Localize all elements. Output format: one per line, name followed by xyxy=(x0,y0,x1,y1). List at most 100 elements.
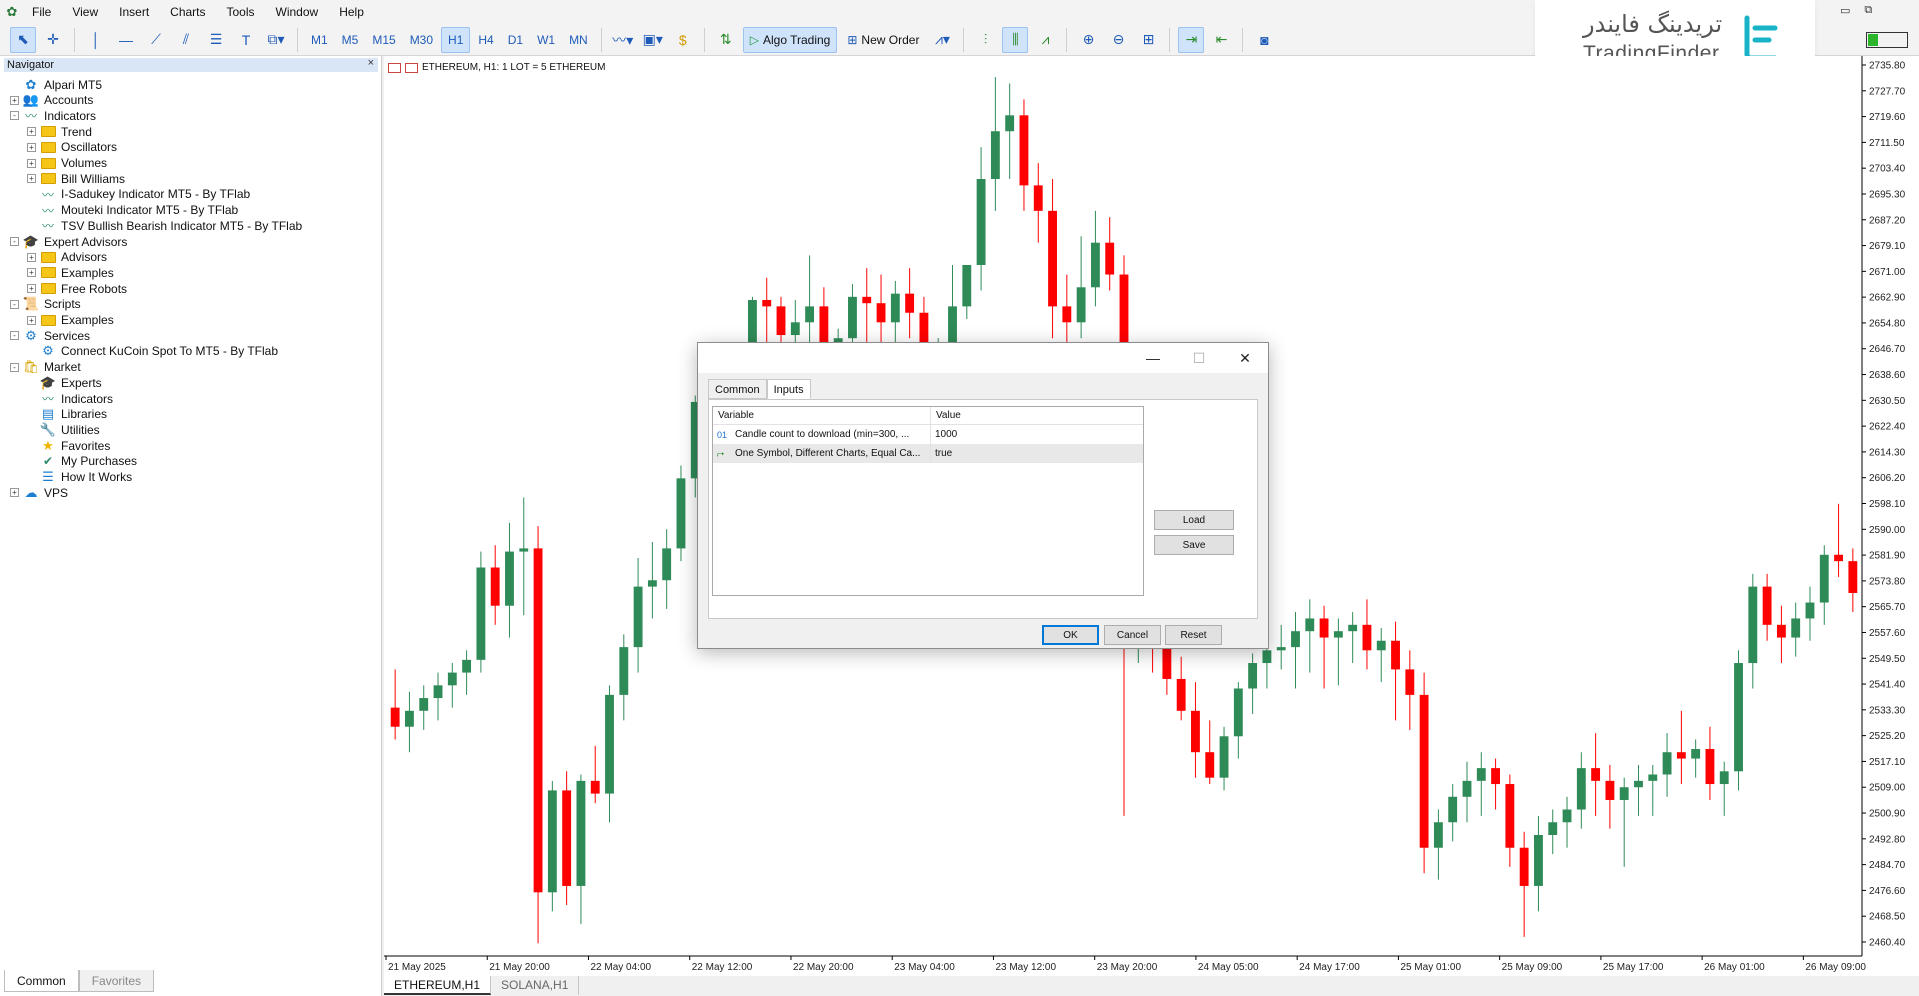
bull-candle xyxy=(1219,736,1229,778)
tree-item-label: Mouteki Indicator MT5 - By TFlab xyxy=(61,203,239,218)
folder-shape xyxy=(40,173,56,185)
expand-icon[interactable]: + xyxy=(27,284,36,294)
indicator-icon: 〰 xyxy=(41,392,54,406)
tab-common[interactable]: Common xyxy=(708,379,767,399)
timeframe-h4[interactable]: H4 xyxy=(472,27,499,53)
minimize-icon[interactable]: ▭ xyxy=(1840,4,1850,17)
variable-name: Candle count to download (min=300, ... xyxy=(735,429,910,440)
indicators-dropdown-icon[interactable]: 〰▾ xyxy=(610,27,636,53)
navigator-tab-common[interactable]: Common xyxy=(4,970,79,992)
column-variable[interactable]: Variable xyxy=(713,407,931,424)
menu-insert[interactable]: Insert xyxy=(111,0,162,24)
chart-tab-solana[interactable]: SOLANA,H1 xyxy=(491,976,580,995)
menu-charts[interactable]: Charts xyxy=(162,0,218,24)
expand-icon[interactable]: + xyxy=(10,95,19,105)
menu-help[interactable]: Help xyxy=(331,0,377,24)
tree-item-label: Expert Advisors xyxy=(44,234,128,249)
expand-icon[interactable]: + xyxy=(27,315,36,325)
tile-windows-icon[interactable]: ⊞ xyxy=(1135,27,1161,53)
variable-value[interactable]: 1000 xyxy=(931,429,957,440)
dialog-maximize-button[interactable]: ☐ xyxy=(1176,343,1222,373)
chart-shift-icon[interactable]: ⇤ xyxy=(1208,27,1234,53)
table-row[interactable]: ⮣ One Symbol, Different Charts, Equal Ca… xyxy=(713,444,1143,463)
expand-icon[interactable]: + xyxy=(27,158,36,168)
timeframe-d1[interactable]: D1 xyxy=(502,27,529,53)
cancel-button[interactable]: Cancel xyxy=(1104,625,1161,645)
algo-trading-button[interactable]: ▷ Algo Trading xyxy=(742,26,838,53)
screenshot-icon[interactable]: ◙ xyxy=(1251,27,1277,53)
navigator-close-icon[interactable]: × xyxy=(368,57,374,69)
templates-dropdown-icon[interactable]: ▣▾ xyxy=(640,27,666,53)
toolbar-separator xyxy=(963,27,965,52)
fibonacci-icon[interactable]: ☰ xyxy=(203,27,229,53)
timeframe-mn[interactable]: MN xyxy=(563,27,594,53)
price-tick-label: 2735.80 xyxy=(1869,61,1906,72)
line-chart-icon[interactable]: ⩘ xyxy=(1032,27,1058,53)
bull-candle xyxy=(1819,554,1829,603)
price-tick-label: 2703.40 xyxy=(1869,164,1906,175)
menu-view[interactable]: View xyxy=(64,0,111,24)
horizontal-line-icon[interactable]: — xyxy=(113,27,139,53)
navigator-tabs: Common Favorites xyxy=(4,970,155,992)
timeframe-w1[interactable]: W1 xyxy=(531,27,561,53)
new-order-button[interactable]: ⊞ New Order xyxy=(841,27,925,53)
tab-inputs[interactable]: Inputs xyxy=(766,379,811,399)
timeframe-m1[interactable]: M1 xyxy=(305,27,334,53)
expand-icon[interactable]: + xyxy=(27,268,36,278)
bull-candle xyxy=(633,586,643,648)
table-row[interactable]: 01 Candle count to download (min=300, ..… xyxy=(713,425,1143,444)
zoom-out-icon[interactable]: ⊖ xyxy=(1105,27,1131,53)
reset-button[interactable]: Reset xyxy=(1165,625,1222,645)
collapse-icon[interactable]: - xyxy=(10,331,19,341)
menu-file[interactable]: File xyxy=(24,0,64,24)
price-tick-label: 2517.10 xyxy=(1869,757,1906,768)
chart-tab-ethereum[interactable]: ETHEREUM,H1 xyxy=(384,976,492,995)
collapse-icon[interactable]: - xyxy=(10,237,19,246)
vertical-line-icon[interactable]: │ xyxy=(83,27,109,53)
collapse-icon[interactable]: - xyxy=(10,111,19,121)
variable-value[interactable]: true xyxy=(931,448,952,459)
timeframe-h1[interactable]: H1 xyxy=(441,26,471,53)
market-icon[interactable]: $ xyxy=(670,27,696,53)
menu-window[interactable]: Window xyxy=(268,0,332,24)
bull-candle xyxy=(519,548,529,552)
save-button[interactable]: Save xyxy=(1154,535,1234,555)
dialog-minimize-button[interactable]: — xyxy=(1130,343,1176,373)
trendline-icon[interactable]: ⟋ xyxy=(143,27,169,53)
expand-icon[interactable]: + xyxy=(27,174,36,184)
time-tick-label: 23 May 20:00 xyxy=(1097,962,1158,973)
signals-dropdown-icon[interactable]: ⩘▾ xyxy=(929,27,955,53)
candlestick-chart-icon[interactable]: ⫼ xyxy=(1002,26,1029,53)
auto-scroll-icon[interactable]: ⇥ xyxy=(1178,26,1205,53)
channel-icon[interactable]: ⫽ xyxy=(173,27,199,53)
bull-candle xyxy=(1476,768,1486,781)
collapse-icon[interactable]: - xyxy=(10,362,19,372)
folder-icon xyxy=(40,266,56,280)
shapes-dropdown-icon[interactable]: ⧉▾ xyxy=(263,27,289,53)
one-click-trading-icon[interactable]: ⇅ xyxy=(713,27,739,53)
timeframe-m5[interactable]: M5 xyxy=(336,27,365,53)
ok-button[interactable]: OK xyxy=(1042,625,1099,645)
load-button[interactable]: Load xyxy=(1154,510,1234,530)
expand-icon[interactable]: + xyxy=(27,252,36,262)
expand-icon[interactable]: + xyxy=(10,488,19,498)
collapse-icon[interactable]: - xyxy=(10,299,19,309)
bar-chart-icon[interactable]: ⫶ xyxy=(972,27,998,53)
timeframe-m15[interactable]: M15 xyxy=(366,27,401,53)
expand-icon[interactable]: + xyxy=(27,127,36,137)
expand-icon[interactable]: + xyxy=(27,142,36,152)
menu-tools[interactable]: Tools xyxy=(219,0,268,24)
tree-item[interactable]: + ☁ VPS xyxy=(10,483,68,502)
text-tool-icon[interactable]: T xyxy=(233,27,259,53)
timeframe-m30[interactable]: M30 xyxy=(404,27,439,53)
restore-icon[interactable]: ⧉ xyxy=(1864,4,1872,17)
column-value[interactable]: Value xyxy=(931,407,961,424)
dialog-close-button[interactable]: ✕ xyxy=(1222,343,1268,373)
folder-shape xyxy=(40,157,56,169)
crosshair-icon[interactable]: ✛ xyxy=(40,27,66,53)
bull-candle xyxy=(1805,602,1815,619)
cursor-tool-icon[interactable]: ⬉ xyxy=(10,26,36,53)
zoom-in-icon[interactable]: ⊕ xyxy=(1075,27,1101,53)
navigator-tab-favorites[interactable]: Favorites xyxy=(78,970,155,992)
battery-icon xyxy=(1866,32,1908,48)
